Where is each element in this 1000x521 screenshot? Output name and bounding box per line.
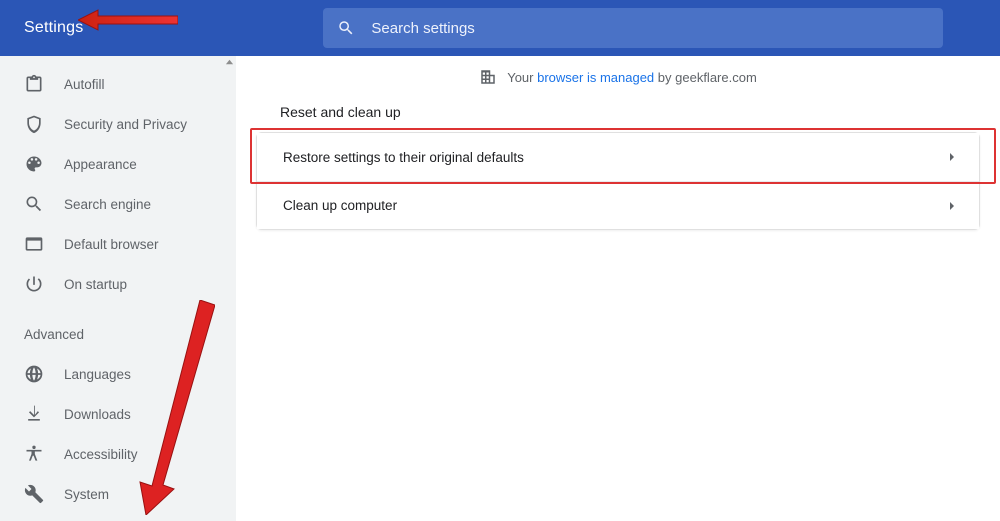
browser-icon (24, 234, 44, 254)
row-cleanup-computer[interactable]: Clean up computer (257, 181, 979, 229)
sidebar-item-label: Search engine (64, 197, 151, 212)
search-bar[interactable] (323, 8, 943, 48)
globe-icon (24, 364, 44, 384)
sidebar-item-label: Languages (64, 367, 131, 382)
sidebar-item-downloads[interactable]: Downloads (0, 394, 236, 434)
sidebar-item-label: Default browser (64, 237, 159, 252)
managed-prefix: Your (507, 70, 537, 85)
sidebar-item-label: Autofill (64, 77, 105, 92)
chevron-right-icon (947, 152, 957, 162)
sidebar-item-system[interactable]: System (0, 474, 236, 514)
sidebar-item-autofill[interactable]: Autofill (0, 64, 236, 104)
clipboard-icon (24, 74, 44, 94)
sidebar-item-languages[interactable]: Languages (0, 354, 236, 394)
managed-suffix: by geekflare.com (654, 70, 757, 85)
chevron-up-icon (194, 325, 212, 343)
search-input[interactable] (369, 19, 929, 38)
row-label: Restore settings to their original defau… (283, 150, 524, 165)
sidebar-advanced-label: Advanced (24, 327, 84, 342)
sidebar-item-label: Security and Privacy (64, 117, 187, 132)
row-label: Clean up computer (283, 198, 397, 213)
sidebar-item-reset[interactable]: Reset and clean up (0, 514, 236, 521)
search-icon (337, 19, 355, 37)
section-title: Reset and clean up (236, 104, 1000, 132)
page-title: Settings (24, 19, 83, 37)
sidebar-item-appearance[interactable]: Appearance (0, 144, 236, 184)
sidebar-item-accessibility[interactable]: Accessibility (0, 434, 236, 474)
chevron-right-icon (947, 201, 957, 211)
search-icon (24, 194, 44, 214)
row-restore-defaults[interactable]: Restore settings to their original defau… (257, 133, 979, 181)
shield-icon (24, 114, 44, 134)
managed-link[interactable]: browser is managed (537, 70, 654, 85)
power-icon (24, 274, 44, 294)
sidebar-item-security[interactable]: Security and Privacy (0, 104, 236, 144)
content-area: Your browser is managed by geekflare.com… (236, 56, 1000, 521)
sidebar-item-default-browser[interactable]: Default browser (0, 224, 236, 264)
managed-notice: Your browser is managed by geekflare.com (236, 68, 1000, 86)
sidebar-item-label: System (64, 487, 109, 502)
app-header: Settings (0, 0, 1000, 56)
wrench-icon (24, 484, 44, 504)
palette-icon (24, 154, 44, 174)
sidebar-item-label: Appearance (64, 157, 137, 172)
download-icon (24, 404, 44, 424)
sidebar-item-label: Accessibility (64, 447, 138, 462)
sidebar-advanced-toggle[interactable]: Advanced (0, 314, 236, 354)
sidebar-item-search-engine[interactable]: Search engine (0, 184, 236, 224)
sidebar-item-on-startup[interactable]: On startup (0, 264, 236, 304)
sidebar-scrollbar[interactable] (223, 56, 236, 521)
building-icon (479, 68, 497, 86)
sidebar: Autofill Security and Privacy Appearance… (0, 56, 236, 521)
settings-card: Restore settings to their original defau… (256, 132, 980, 230)
sidebar-item-label: Downloads (64, 407, 131, 422)
sidebar-item-label: On startup (64, 277, 127, 292)
accessibility-icon (24, 444, 44, 464)
